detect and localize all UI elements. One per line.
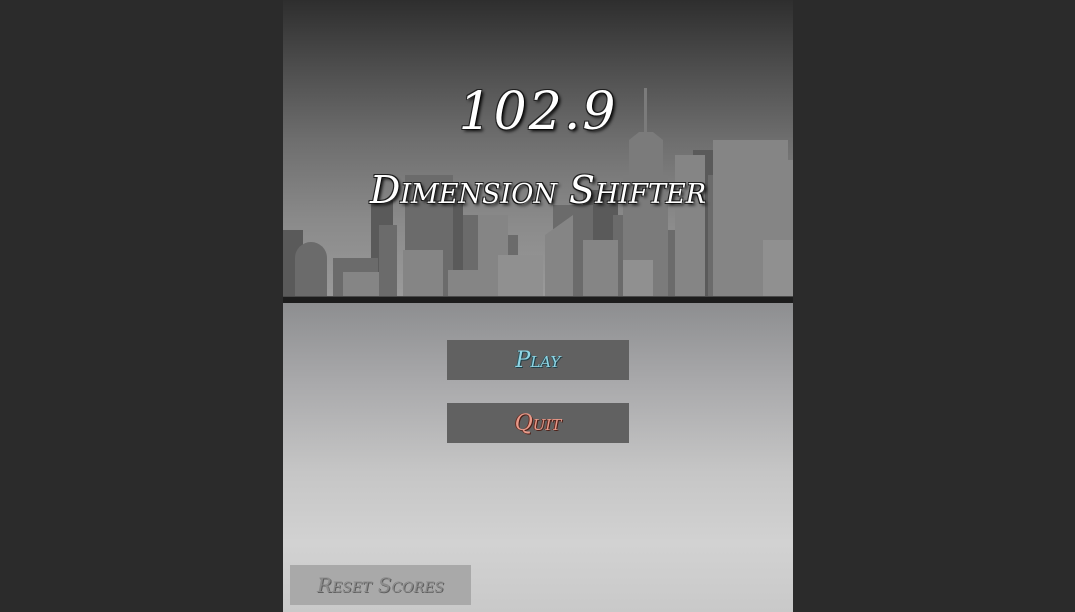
- game-canvas: 102.9 Dimension Shifter Play Quit Reset …: [283, 0, 793, 612]
- quit-button[interactable]: Quit: [447, 403, 629, 443]
- game-title-name: Dimension Shifter: [369, 168, 707, 212]
- reset-scores-button[interactable]: Reset Scores: [290, 565, 471, 605]
- city-skyline-icon: [283, 88, 793, 296]
- title-banner: 102.9 Dimension Shifter: [283, 0, 793, 296]
- game-title-number: 102.9: [458, 82, 618, 142]
- window-background: 102.9 Dimension Shifter Play Quit Reset …: [0, 0, 1075, 612]
- play-button[interactable]: Play: [447, 340, 629, 380]
